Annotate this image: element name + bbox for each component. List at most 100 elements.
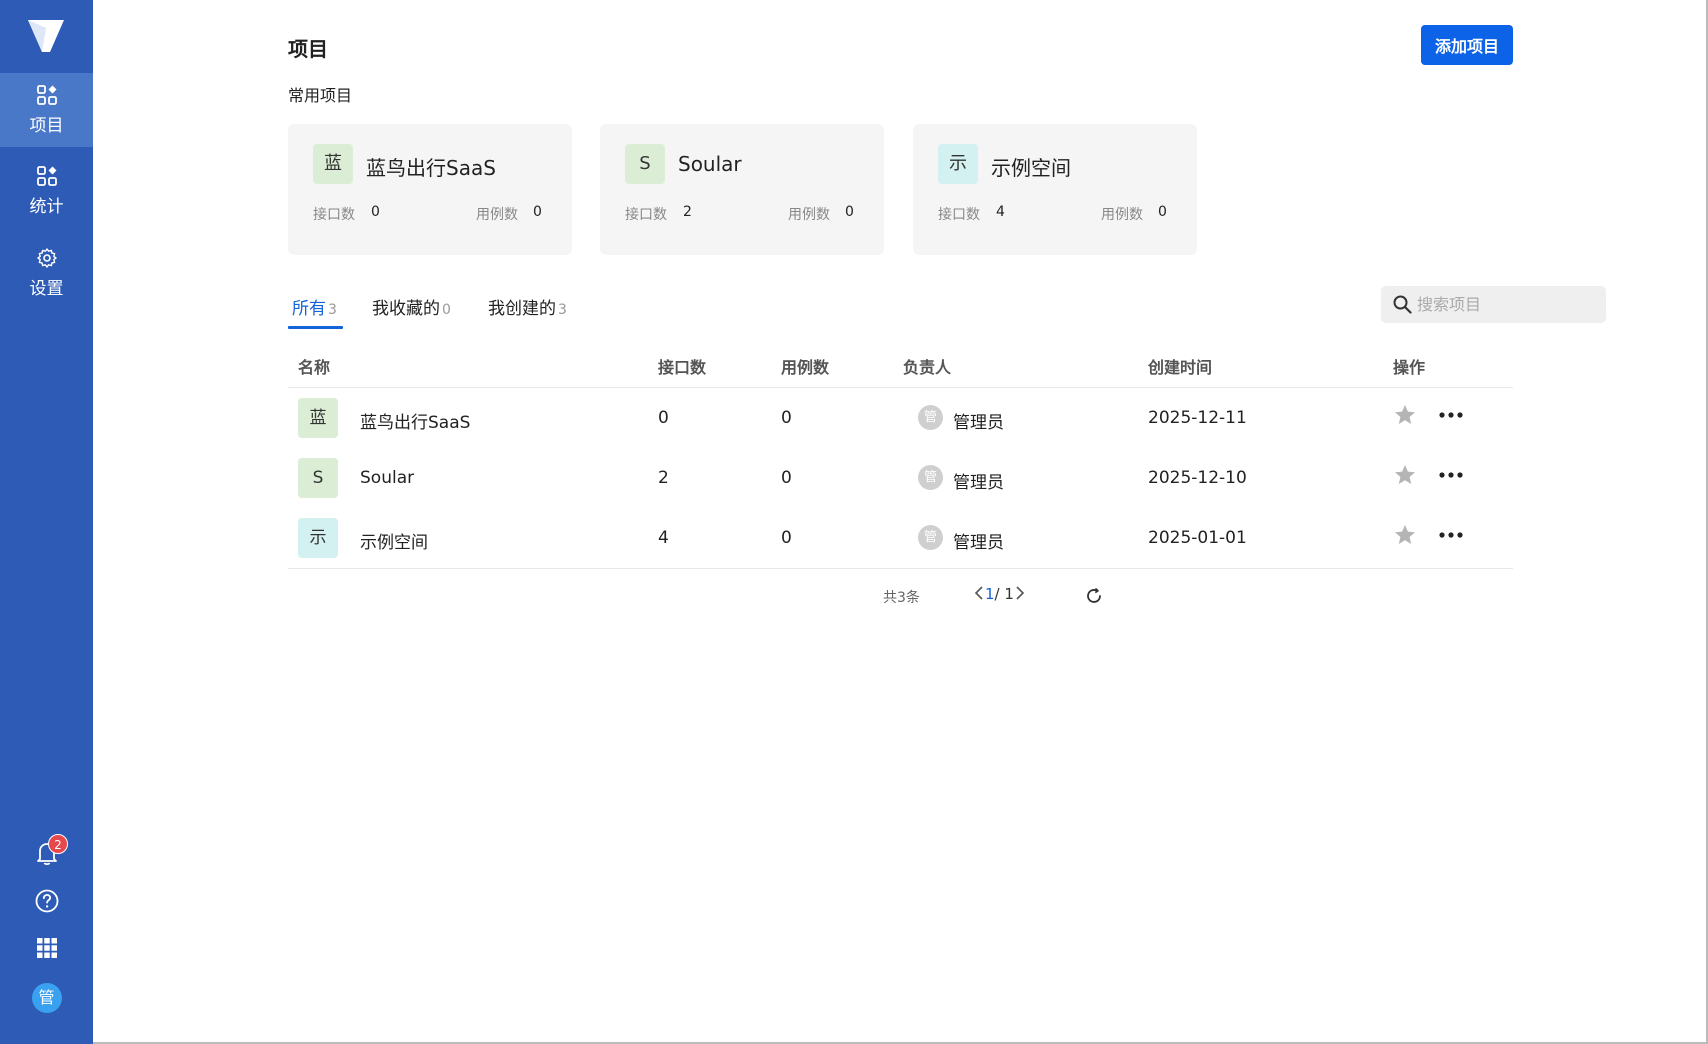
- tab-label: 所有: [292, 299, 326, 319]
- notification-badge: 2: [48, 834, 68, 854]
- search-input[interactable]: [1417, 286, 1597, 323]
- api-count-value: 4: [996, 204, 1005, 220]
- user-avatar-button[interactable]: 管: [0, 983, 93, 1013]
- table-bottom-divider: [288, 568, 1513, 569]
- column-header-case-count: 用例数: [781, 358, 830, 377]
- favorites-section-label: 常用项目: [288, 86, 353, 105]
- star-icon[interactable]: [1393, 463, 1417, 487]
- tab-label: 我收藏的: [372, 299, 440, 319]
- current-page: 1: [985, 585, 995, 603]
- star-icon[interactable]: [1393, 523, 1417, 547]
- case-count-value: 0: [845, 204, 854, 220]
- api-count-label: 接口数: [625, 207, 667, 223]
- pagination: 1/ 1: [973, 585, 1026, 603]
- search-box[interactable]: [1381, 286, 1606, 323]
- refresh-icon[interactable]: [1085, 587, 1103, 605]
- api-count: 0: [658, 408, 669, 428]
- favorite-project-card[interactable]: 示 示例空间 接口数 4 用例数 0: [913, 124, 1197, 255]
- app-logo-icon: [28, 20, 64, 52]
- sidebar-item-label: 项目: [29, 116, 64, 136]
- sidebar-item-statistics[interactable]: 统计: [0, 154, 93, 228]
- sidebar: 项目 统计 设置 2 管: [0, 0, 93, 1044]
- project-mark: 蓝: [298, 398, 338, 438]
- case-count: 0: [781, 468, 792, 488]
- project-mark: 示: [298, 518, 338, 558]
- sidebar-item-projects[interactable]: 项目: [0, 73, 93, 147]
- owner-name: 管理员: [953, 473, 1004, 493]
- table-row[interactable]: 蓝 蓝鸟出行SaaS 0 0 管 管理员 2025-12-11: [288, 388, 1513, 448]
- project-mark: S: [625, 144, 665, 184]
- add-project-button[interactable]: 添加项目: [1421, 25, 1513, 65]
- project-name[interactable]: 蓝鸟出行SaaS: [360, 408, 470, 433]
- api-count-value: 2: [683, 204, 692, 220]
- case-count: 0: [781, 408, 792, 428]
- star-icon[interactable]: [1393, 403, 1417, 427]
- more-options-icon[interactable]: [1438, 464, 1464, 486]
- case-count-label: 用例数: [788, 207, 830, 223]
- tab-favorited[interactable]: 我收藏的 0: [372, 294, 451, 319]
- project-mark: 示: [938, 144, 978, 184]
- owner-avatar: 管: [918, 465, 943, 490]
- created-date: 2025-12-11: [1148, 408, 1247, 428]
- tab-all[interactable]: 所有 3: [292, 294, 337, 319]
- total-count: 共3条: [883, 590, 920, 606]
- case-count-value: 0: [533, 204, 542, 220]
- column-header-name: 名称: [298, 358, 331, 377]
- chevron-right-icon[interactable]: [1014, 585, 1026, 601]
- table-row[interactable]: S Soular 2 0 管 管理员 2025-12-10: [288, 448, 1513, 508]
- table-row[interactable]: 示 示例空间 4 0 管 管理员 2025-01-01: [288, 508, 1513, 568]
- project-name[interactable]: Soular: [360, 468, 414, 488]
- project-name: 示例空间: [991, 156, 1071, 180]
- tab-count: 0: [442, 302, 451, 318]
- grid-icon: [36, 85, 57, 105]
- created-date: 2025-12-10: [1148, 468, 1247, 488]
- project-name: Soular: [678, 152, 742, 176]
- sidebar-item-label: 统计: [29, 197, 64, 217]
- tab-label: 我创建的: [488, 299, 556, 319]
- tab-count: 3: [328, 302, 337, 318]
- sidebar-item-settings[interactable]: 设置: [0, 236, 93, 310]
- owner-name: 管理员: [953, 413, 1004, 433]
- owner-avatar: 管: [918, 525, 943, 550]
- apps-grid-icon: [36, 938, 57, 958]
- tab-count: 3: [558, 302, 567, 318]
- column-header-actions: 操作: [1393, 358, 1426, 377]
- active-tab-indicator: [288, 326, 343, 329]
- favorite-project-card[interactable]: S Soular 接口数 2 用例数 0: [600, 124, 884, 255]
- case-count-label: 用例数: [1101, 207, 1143, 223]
- api-count-label: 接口数: [313, 207, 355, 223]
- api-count: 4: [658, 528, 669, 548]
- search-icon: [1393, 295, 1412, 314]
- table-header: 名称 接口数 用例数 负责人 创建时间 操作: [288, 352, 1513, 388]
- created-date: 2025-01-01: [1148, 528, 1247, 548]
- case-count: 0: [781, 528, 792, 548]
- apps-button[interactable]: [0, 936, 93, 960]
- page-separator: /: [994, 585, 1005, 603]
- notifications-button[interactable]: 2: [0, 834, 93, 870]
- favorite-project-card[interactable]: 蓝 蓝鸟出行SaaS 接口数 0 用例数 0: [288, 124, 572, 255]
- more-options-icon[interactable]: [1438, 524, 1464, 546]
- more-options-icon[interactable]: [1438, 404, 1464, 426]
- app-window: 项目 统计 设置 2 管 项目 添加项目 常用项目 蓝 蓝鸟出行SaaS 接口数…: [0, 0, 1708, 1044]
- column-header-api-count: 接口数: [658, 358, 707, 377]
- api-count-value: 0: [371, 204, 380, 220]
- column-header-created: 创建时间: [1148, 358, 1213, 377]
- tab-created[interactable]: 我创建的 3: [488, 294, 567, 319]
- gear-icon: [36, 248, 57, 268]
- help-button[interactable]: [0, 888, 93, 914]
- main-content: 项目 添加项目 常用项目 蓝 蓝鸟出行SaaS 接口数 0 用例数 0 S So…: [93, 0, 1708, 1044]
- total-pages: 1: [1004, 585, 1014, 603]
- help-icon: [35, 889, 58, 913]
- case-count-value: 0: [1158, 204, 1167, 220]
- grid-icon: [36, 166, 57, 186]
- owner-avatar: 管: [918, 405, 943, 430]
- case-count-label: 用例数: [476, 207, 518, 223]
- project-name: 蓝鸟出行SaaS: [366, 156, 496, 180]
- project-mark: S: [298, 458, 338, 498]
- sidebar-item-label: 设置: [29, 279, 64, 299]
- chevron-left-icon[interactable]: [973, 585, 985, 601]
- project-name[interactable]: 示例空间: [360, 528, 428, 553]
- api-count-label: 接口数: [938, 207, 980, 223]
- api-count: 2: [658, 468, 669, 488]
- page-title: 项目: [288, 37, 328, 61]
